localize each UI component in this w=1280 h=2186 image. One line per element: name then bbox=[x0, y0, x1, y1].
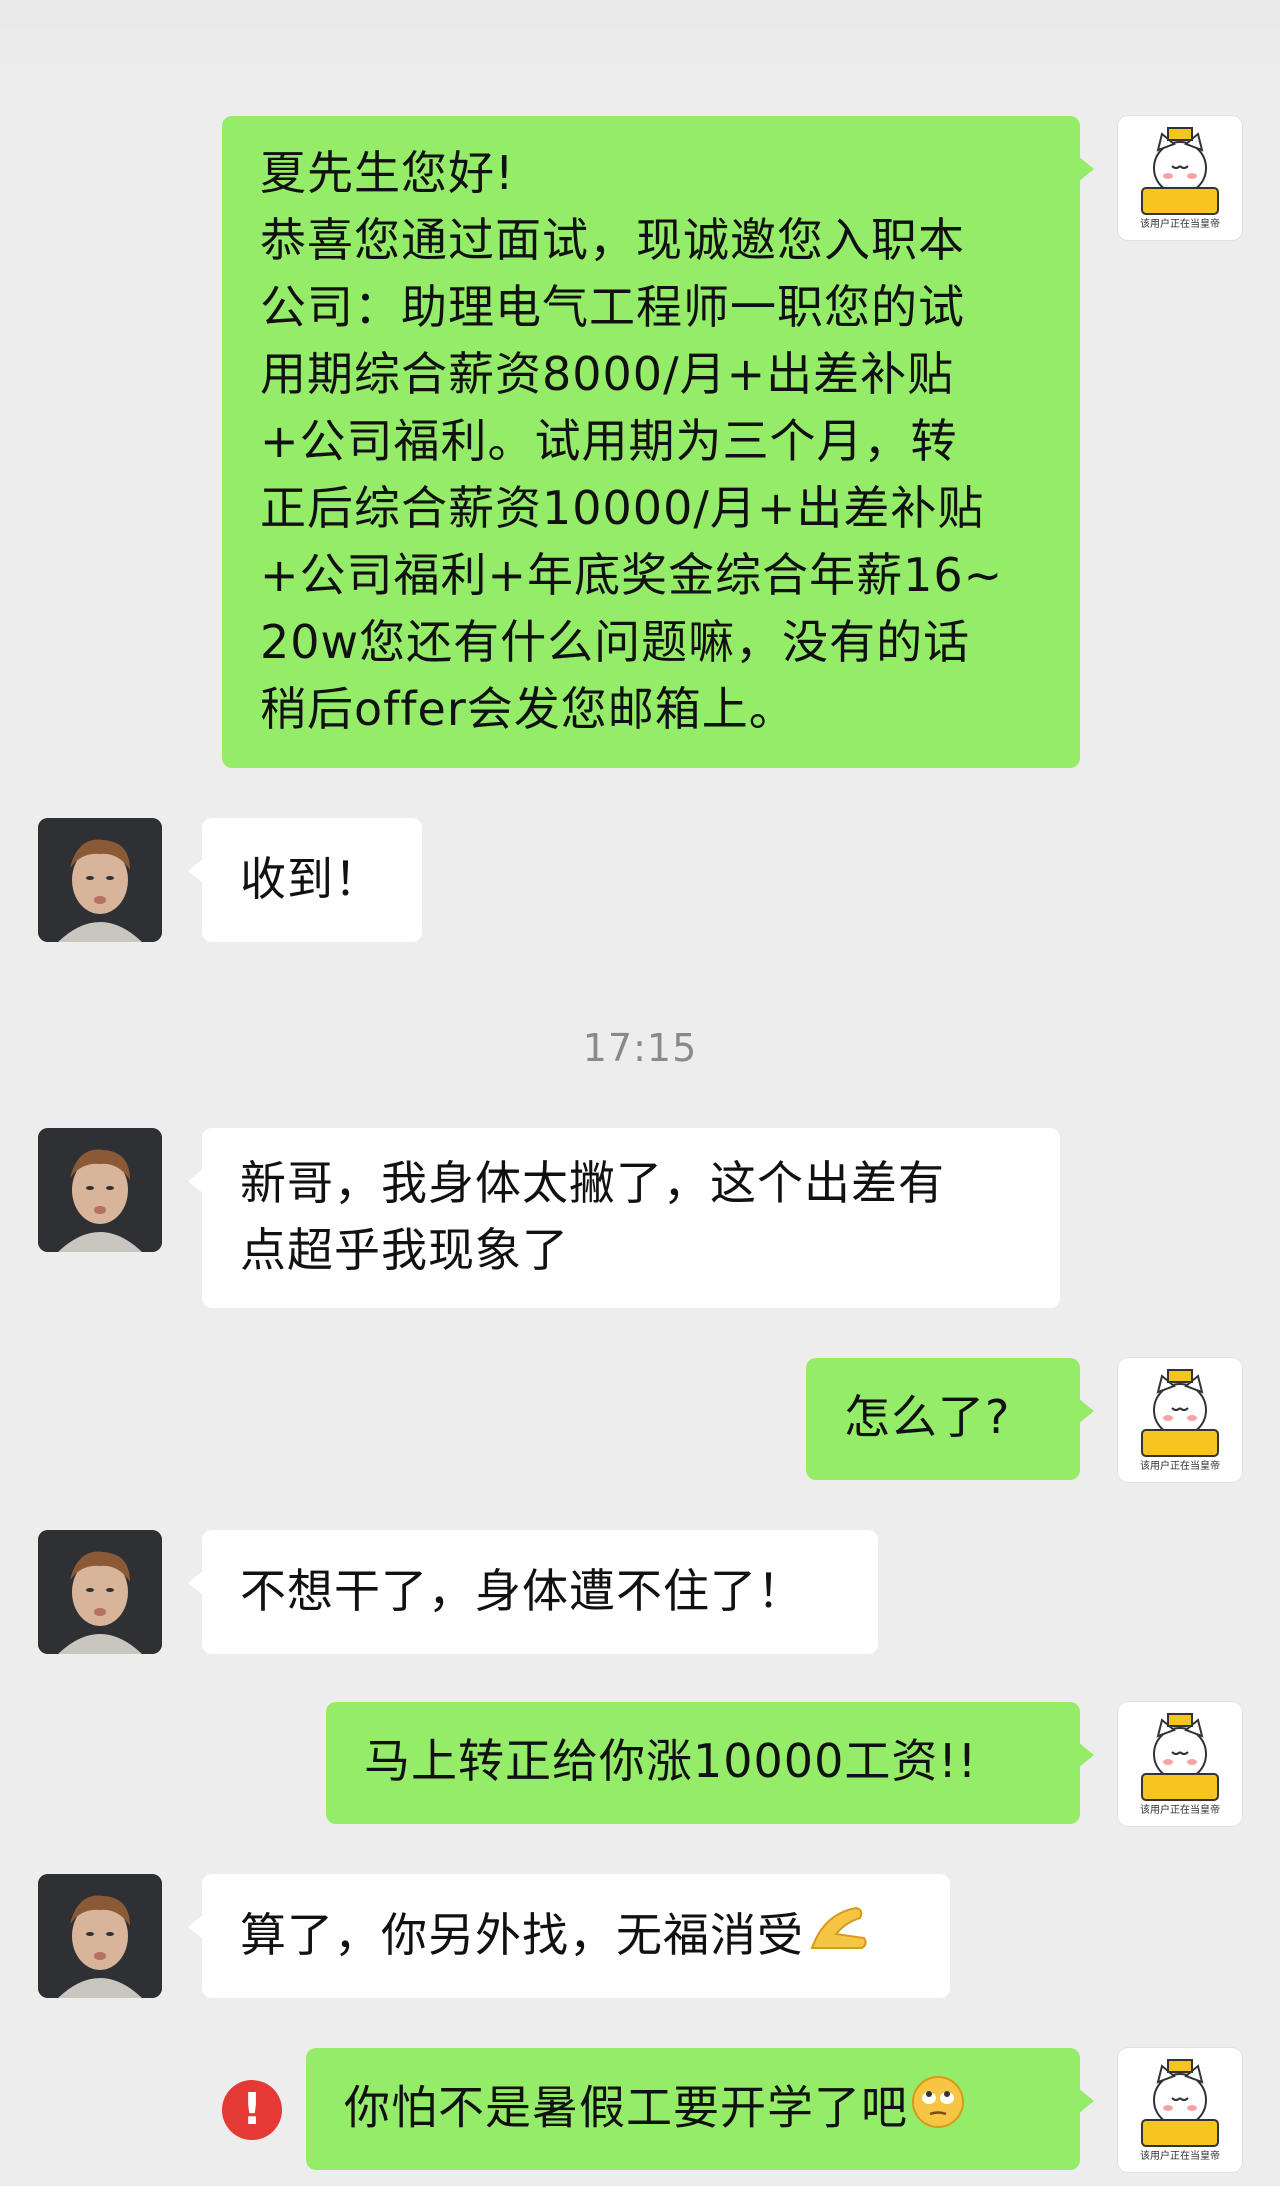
message-line: 夏先生您好! bbox=[260, 146, 515, 200]
avatar-caption: 该用户正在当皇帝 bbox=[1140, 2151, 1220, 2162]
my-avatar[interactable]: 该用户正在当皇帝 bbox=[1118, 1702, 1242, 1826]
top-strip bbox=[0, 0, 1280, 70]
ok-hand-icon bbox=[806, 1904, 870, 1974]
message-line: 正后综合薪资10000/月+出差补贴 bbox=[260, 481, 985, 535]
message-text: 收到！ bbox=[240, 852, 381, 906]
message-line: 恭喜您通过面试，现诚邀您入职本 bbox=[260, 213, 965, 267]
message-text: 不想干了，身体遭不住了！ bbox=[240, 1564, 804, 1618]
message-text: 马上转正给你涨10000工资!! bbox=[364, 1734, 978, 1788]
my-avatar[interactable]: 该用户正在当皇帝 bbox=[1118, 116, 1242, 240]
message-line: +公司福利+年底奖金综合年薪16~ bbox=[260, 548, 1004, 602]
message-bubble-received[interactable]: 算了，你另外找，无福消受 bbox=[188, 1874, 950, 1998]
send-failed-icon[interactable]: ! bbox=[222, 2080, 282, 2140]
my-avatar[interactable]: 该用户正在当皇帝 bbox=[1118, 1358, 1242, 1482]
avatar-caption: 该用户正在当皇帝 bbox=[1140, 1805, 1220, 1816]
message-line: 新哥，我身体太撇了，这个出差有 bbox=[240, 1156, 945, 1210]
message-line: 20w您还有什么问题嘛，没有的话 bbox=[260, 615, 971, 669]
message-text: 怎么了? bbox=[844, 1390, 1011, 1444]
message-bubble-sent[interactable]: 你怕不是暑假工要开学了吧 bbox=[306, 2048, 1094, 2170]
message-bubble-sent[interactable]: 马上转正给你涨10000工资!! bbox=[326, 1702, 1094, 1824]
contact-avatar[interactable] bbox=[38, 1874, 162, 1998]
message-bubble-sent[interactable]: 夏先生您好! 恭喜您通过面试，现诚邀您入职本 公司：助理电气工程师一职您的试 用… bbox=[222, 116, 1094, 768]
person-photo-icon bbox=[38, 1530, 162, 1654]
contact-avatar[interactable] bbox=[38, 1128, 162, 1252]
message-line: 点超乎我现象了 bbox=[240, 1223, 569, 1277]
message-line: +公司福利。试用期为三个月，转 bbox=[260, 414, 958, 468]
my-avatar[interactable]: 该用户正在当皇帝 bbox=[1118, 2048, 1242, 2172]
message-bubble-received[interactable]: 新哥，我身体太撇了，这个出差有 点超乎我现象了 bbox=[188, 1128, 1060, 1308]
avatar-caption: 该用户正在当皇帝 bbox=[1140, 1461, 1220, 1472]
contact-avatar[interactable] bbox=[38, 1530, 162, 1654]
message-text: 算了，你另外找，无福消受 bbox=[240, 1908, 804, 1962]
message-line: 稍后offer会发您邮箱上。 bbox=[260, 682, 796, 736]
message-bubble-received[interactable]: 收到！ bbox=[188, 818, 422, 942]
rolling-eyes-icon bbox=[910, 2074, 966, 2148]
person-photo-icon bbox=[38, 818, 162, 942]
person-photo-icon bbox=[38, 1874, 162, 1998]
timestamp: 17:15 bbox=[582, 1026, 698, 1070]
message-text: 你怕不是暑假工要开学了吧 bbox=[344, 2080, 908, 2135]
person-photo-icon bbox=[38, 1128, 162, 1252]
avatar-caption: 该用户正在当皇帝 bbox=[1140, 219, 1220, 230]
contact-avatar[interactable] bbox=[38, 818, 162, 942]
message-line: 公司：助理电气工程师一职您的试 bbox=[260, 280, 965, 334]
message-line: 用期综合薪资8000/月+出差补贴 bbox=[260, 347, 955, 401]
message-bubble-sent[interactable]: 怎么了? bbox=[806, 1358, 1094, 1480]
message-bubble-received[interactable]: 不想干了，身体遭不住了！ bbox=[188, 1530, 878, 1654]
